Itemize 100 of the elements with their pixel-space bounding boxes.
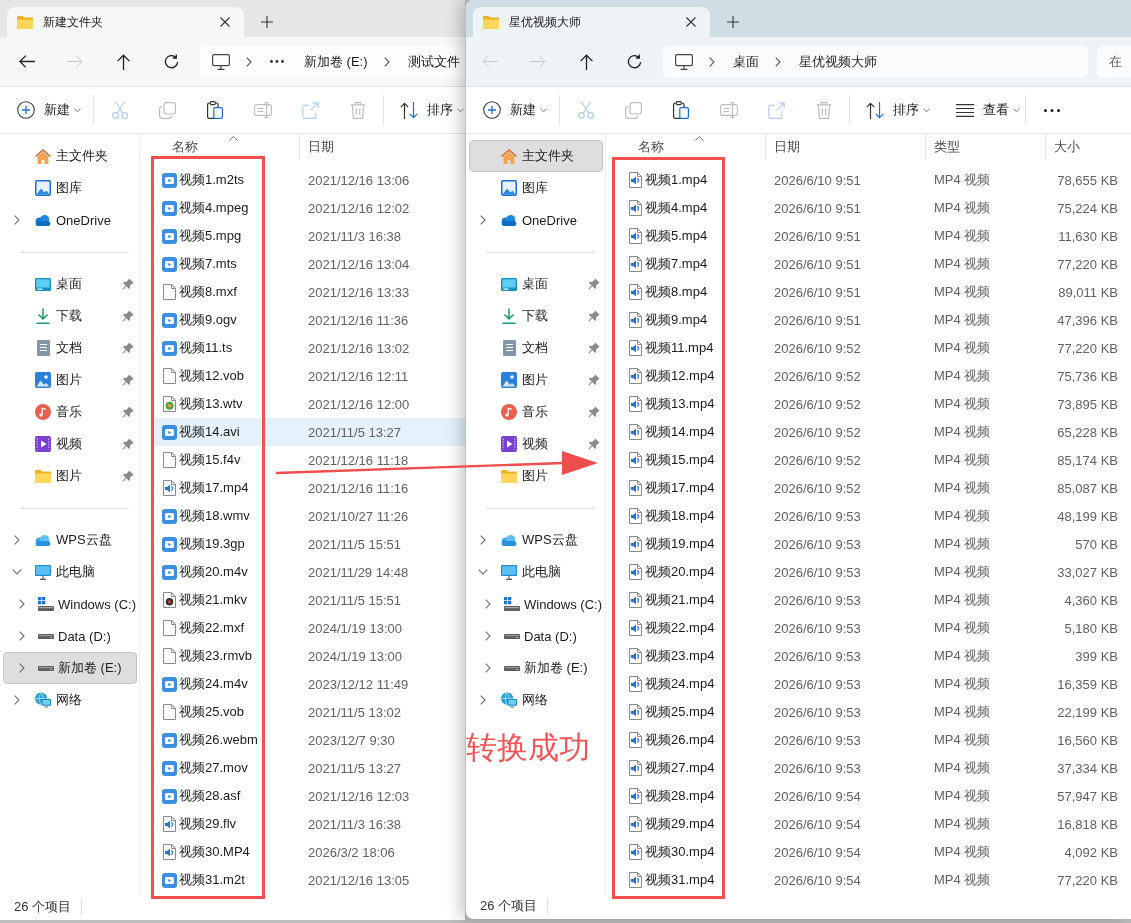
sort-button[interactable]: 排序: [852, 94, 934, 126]
file-row[interactable]: 视频19.3gp 2021/11/5 15:51: [151, 530, 465, 558]
file-row[interactable]: 视频31.mp4 2026/6/10 9:54 MP4 视频 77,220 KB: [617, 866, 1131, 894]
sidebar-item[interactable]: OneDrive: [469, 204, 603, 236]
file-row[interactable]: 视频22.mp4 2026/6/10 9:53 MP4 视频 5,180 KB: [617, 614, 1131, 642]
chevron-right-icon[interactable]: [14, 215, 20, 225]
sidebar-item[interactable]: 文档: [469, 332, 603, 364]
file-row[interactable]: 视频27.mp4 2026/6/10 9:53 MP4 视频 37,334 KB: [617, 754, 1131, 782]
file-row[interactable]: 视频12.vob 2021/12/16 12:11: [151, 362, 465, 390]
chevron-down-icon[interactable]: [12, 569, 22, 575]
sidebar-item[interactable]: 视频: [3, 428, 137, 460]
file-row[interactable]: 视频18.wmv 2021/10/27 11:26: [151, 502, 465, 530]
file-row[interactable]: 视频15.f4v 2021/12/16 11:18: [151, 446, 465, 474]
new-button[interactable]: 新建: [8, 94, 92, 126]
file-row[interactable]: 视频31.m2t 2021/12/16 13:05: [151, 866, 465, 894]
column-header[interactable]: 日期: [299, 134, 459, 160]
file-row[interactable]: 视频1.m2ts 2021/12/16 13:06: [151, 166, 465, 194]
file-row[interactable]: 视频17.mp4 2021/12/16 11:16: [151, 474, 465, 502]
column-header[interactable]: 名称: [617, 134, 765, 160]
sidebar-item[interactable]: 音乐: [3, 396, 137, 428]
sidebar-item[interactable]: Data (D:): [3, 620, 137, 652]
file-row[interactable]: 视频5.mp4 2026/6/10 9:51 MP4 视频 11,630 KB: [617, 222, 1131, 250]
breadcrumb[interactable]: 星优视频大师: [799, 52, 877, 71]
chevron-right-icon[interactable]: [485, 599, 491, 609]
address-field[interactable]: 新加卷 (E:) 测试文件: [200, 45, 465, 78]
chevron-right-icon[interactable]: [14, 535, 20, 545]
breadcrumb[interactable]: 测试文件: [407, 52, 460, 71]
new-button[interactable]: 新建: [474, 94, 558, 126]
file-row[interactable]: 视频4.mpeg 2021/12/16 12:02: [151, 194, 465, 222]
chevron-right-icon[interactable]: [480, 535, 486, 545]
chevron-right-icon[interactable]: [19, 631, 25, 641]
sidebar-item[interactable]: 新加卷 (E:): [3, 652, 137, 684]
chevron-right-icon[interactable]: [19, 599, 25, 609]
sidebar-item[interactable]: 新加卷 (E:): [469, 652, 603, 684]
file-row[interactable]: 视频17.mp4 2026/6/10 9:52 MP4 视频 85,087 KB: [617, 474, 1131, 502]
file-row[interactable]: 视频11.mp4 2026/6/10 9:52 MP4 视频 77,220 KB: [617, 334, 1131, 362]
file-row[interactable]: 视频25.mp4 2026/6/10 9:53 MP4 视频 22,199 KB: [617, 698, 1131, 726]
file-row[interactable]: 视频28.mp4 2026/6/10 9:54 MP4 视频 57,947 KB: [617, 782, 1131, 810]
folder-tab[interactable]: 星优视频大师: [473, 7, 710, 37]
address-field[interactable]: 桌面 星优视频大师: [663, 45, 1088, 78]
file-row[interactable]: 视频19.mp4 2026/6/10 9:53 MP4 视频 570 KB: [617, 530, 1131, 558]
sidebar-item[interactable]: WPS云盘: [3, 524, 137, 556]
sidebar-item[interactable]: 图库: [3, 172, 137, 204]
file-row[interactable]: 视频4.mp4 2026/6/10 9:51 MP4 视频 75,224 KB: [617, 194, 1131, 222]
chevron-down-icon[interactable]: [478, 569, 488, 575]
sidebar-item[interactable]: Windows (C:): [3, 588, 137, 620]
sidebar-item[interactable]: 主文件夹: [469, 140, 603, 172]
sidebar-item[interactable]: 下载: [469, 300, 603, 332]
file-row[interactable]: 视频24.m4v 2023/12/12 11:49: [151, 670, 465, 698]
sidebar-item[interactable]: 图库: [469, 172, 603, 204]
file-row[interactable]: 视频28.asf 2021/12/16 12:03: [151, 782, 465, 810]
file-row[interactable]: 视频13.mp4 2026/6/10 9:52 MP4 视频 73,895 KB: [617, 390, 1131, 418]
sidebar-item[interactable]: 桌面: [469, 268, 603, 300]
sidebar-item[interactable]: 此电脑: [3, 556, 137, 588]
file-row[interactable]: 视频9.mp4 2026/6/10 9:51 MP4 视频 47,396 KB: [617, 306, 1131, 334]
column-header[interactable]: 大小: [1045, 134, 1126, 160]
file-row[interactable]: 视频25.vob 2021/11/5 13:02: [151, 698, 465, 726]
file-row[interactable]: 视频1.mp4 2026/6/10 9:51 MP4 视频 78,655 KB: [617, 166, 1131, 194]
chevron-right-icon[interactable]: [485, 631, 491, 641]
file-row[interactable]: 视频7.mp4 2026/6/10 9:51 MP4 视频 77,220 KB: [617, 250, 1131, 278]
file-row[interactable]: 视频29.flv 2021/11/3 16:38: [151, 810, 465, 838]
sidebar-item[interactable]: 图片: [3, 460, 137, 492]
sidebar-item[interactable]: 音乐: [469, 396, 603, 428]
file-row[interactable]: 视频13.wtv 2021/12/16 12:00: [151, 390, 465, 418]
sidebar-item[interactable]: 下载: [3, 300, 137, 332]
file-row[interactable]: 视频14.avi 2021/11/5 13:27: [151, 418, 465, 446]
sidebar-item[interactable]: 图片: [3, 364, 137, 396]
file-row[interactable]: 视频20.m4v 2021/11/29 14:48: [151, 558, 465, 586]
column-header[interactable]: 类型: [925, 134, 1045, 160]
file-row[interactable]: 视频30.mp4 2026/6/10 9:54 MP4 视频 4,092 KB: [617, 838, 1131, 866]
file-row[interactable]: 视频8.mp4 2026/6/10 9:51 MP4 视频 89,011 KB: [617, 278, 1131, 306]
chevron-right-icon[interactable]: [480, 695, 486, 705]
file-row[interactable]: 视频18.mp4 2026/6/10 9:53 MP4 视频 48,199 KB: [617, 502, 1131, 530]
view-button[interactable]: 查看: [941, 94, 1024, 126]
file-row[interactable]: 视频27.mov 2021/11/5 13:27: [151, 754, 465, 782]
file-row[interactable]: 视频23.rmvb 2024/1/19 13:00: [151, 642, 465, 670]
chevron-right-icon[interactable]: [19, 663, 25, 673]
sidebar-item[interactable]: Data (D:): [469, 620, 603, 652]
file-row[interactable]: 视频8.mxf 2021/12/16 13:33: [151, 278, 465, 306]
file-row[interactable]: 视频30.MP4 2026/3/2 18:06: [151, 838, 465, 866]
sidebar-item[interactable]: WPS云盘: [469, 524, 603, 556]
file-row[interactable]: 视频21.mp4 2026/6/10 9:53 MP4 视频 4,360 KB: [617, 586, 1131, 614]
breadcrumb[interactable]: 新加卷 (E:): [304, 52, 368, 71]
chevron-right-icon[interactable]: [485, 663, 491, 673]
column-header[interactable]: 名称: [151, 134, 299, 160]
sidebar-item[interactable]: 桌面: [3, 268, 137, 300]
sidebar-item[interactable]: 网络: [469, 684, 603, 716]
file-row[interactable]: 视频9.ogv 2021/12/16 11:36: [151, 306, 465, 334]
file-row[interactable]: 视频14.mp4 2026/6/10 9:52 MP4 视频 65,228 KB: [617, 418, 1131, 446]
file-row[interactable]: 视频22.mxf 2024/1/19 13:00: [151, 614, 465, 642]
breadcrumb[interactable]: 桌面: [733, 52, 759, 71]
sidebar-item[interactable]: 主文件夹: [3, 140, 137, 172]
column-header[interactable]: 日期: [765, 134, 925, 160]
file-row[interactable]: 视频5.mpg 2021/11/3 16:38: [151, 222, 465, 250]
sidebar-item[interactable]: 视频: [469, 428, 603, 460]
file-row[interactable]: 视频26.mp4 2026/6/10 9:53 MP4 视频 16,560 KB: [617, 726, 1131, 754]
file-row[interactable]: 视频20.mp4 2026/6/10 9:53 MP4 视频 33,027 KB: [617, 558, 1131, 586]
folder-tab[interactable]: 新建文件夹: [7, 7, 244, 37]
sidebar-item[interactable]: OneDrive: [3, 204, 137, 236]
sidebar-item[interactable]: 图片: [469, 460, 603, 492]
